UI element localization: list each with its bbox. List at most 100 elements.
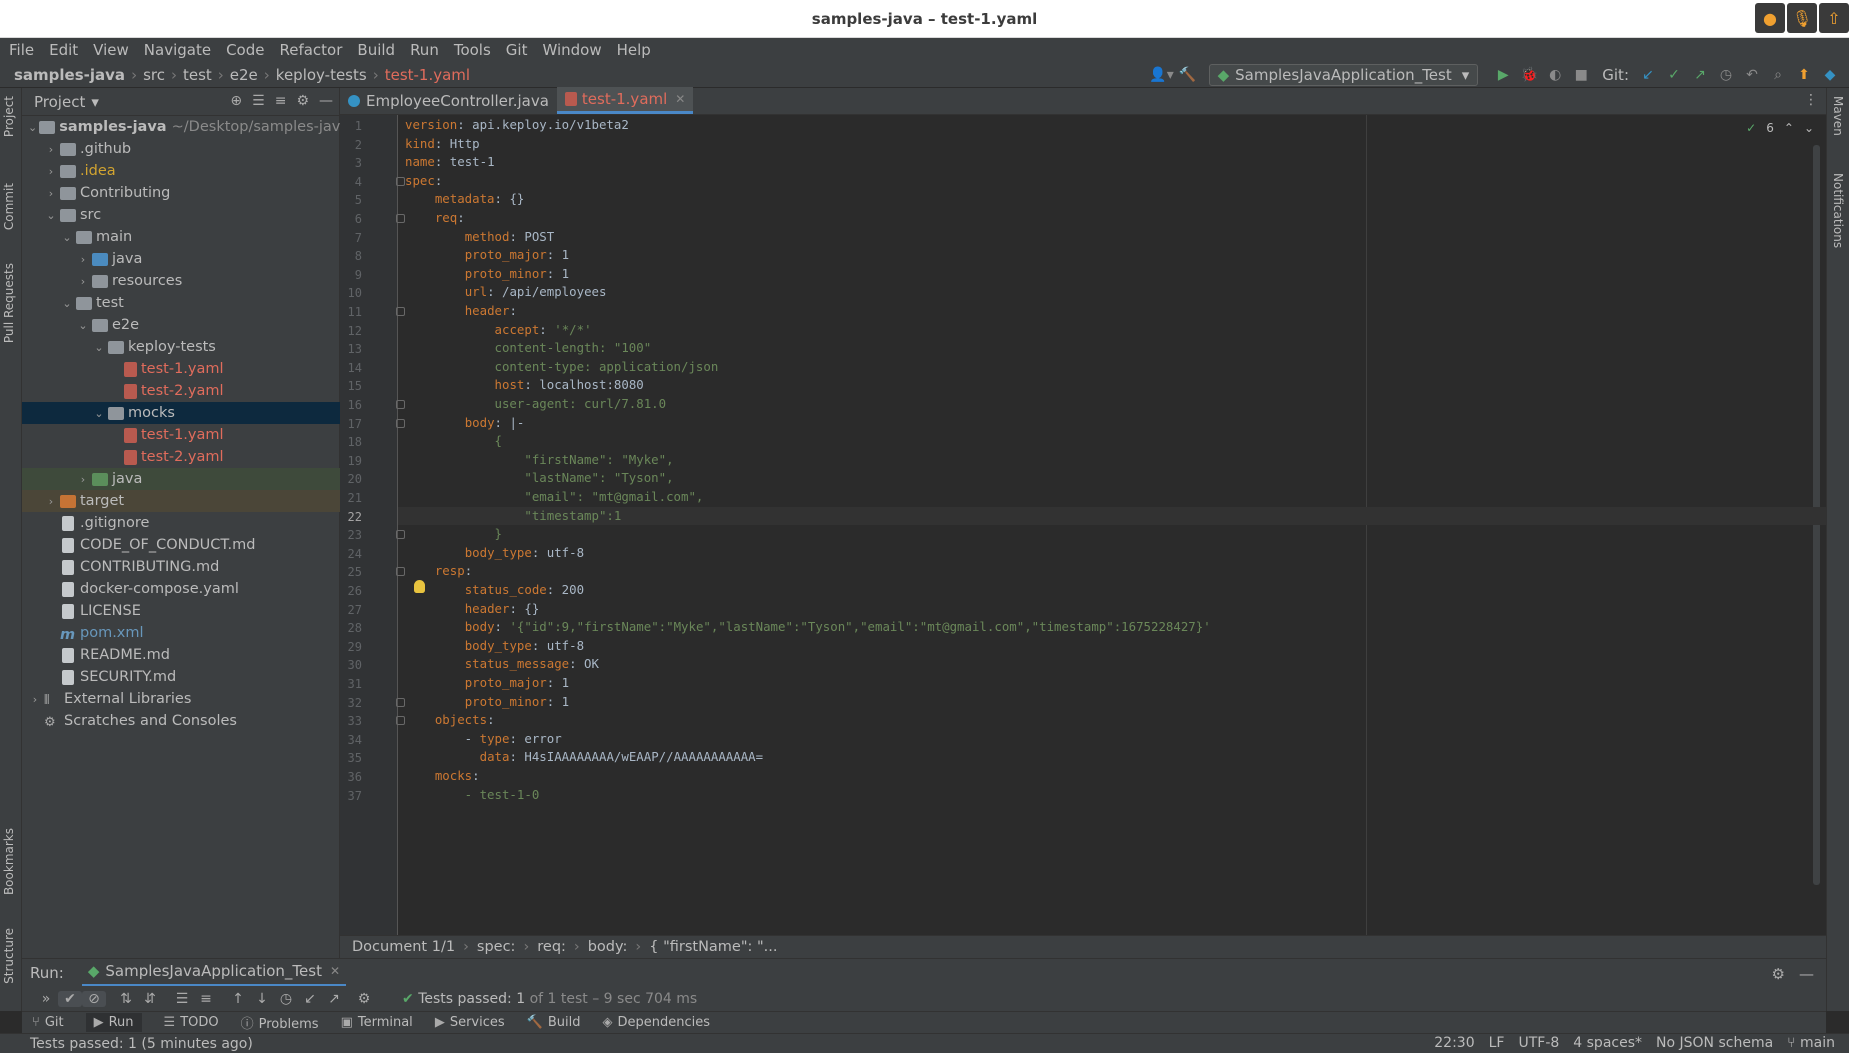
json-schema[interactable]: No JSON schema bbox=[1656, 1035, 1773, 1051]
line-separator[interactable]: LF bbox=[1489, 1035, 1505, 1051]
caret-position[interactable]: 22:30 bbox=[1434, 1035, 1474, 1051]
show-passed-icon[interactable]: ✔ bbox=[58, 990, 82, 1007]
tool-tab-git[interactable]: ⑂ Git bbox=[32, 1015, 64, 1030]
chevron-down-icon[interactable]: ⌄ bbox=[44, 209, 58, 222]
chevron-up-icon[interactable]: ⌃ bbox=[1784, 121, 1794, 135]
fold-marker-icon[interactable] bbox=[396, 530, 405, 540]
breadcrumb-object[interactable]: { "firstName": "... bbox=[649, 939, 777, 955]
debug-icon[interactable]: 🐞 bbox=[1516, 67, 1542, 83]
microphone-icon[interactable]: 🎙 bbox=[1787, 3, 1817, 33]
minimize-icon[interactable]: — bbox=[1799, 965, 1814, 983]
tree-node[interactable]: ⌄ samples-java ~/Desktop/samples-java bbox=[22, 116, 349, 138]
import-icon[interactable]: ↙ bbox=[298, 991, 322, 1007]
tool-tab-run[interactable]: ▶ Run bbox=[85, 1013, 142, 1032]
tree-node-selected[interactable]: ⌄ mocks bbox=[22, 402, 340, 424]
prev-failed-icon[interactable]: ↑ bbox=[226, 991, 250, 1007]
menu-run[interactable]: Run bbox=[410, 41, 439, 59]
git-push-icon[interactable]: ↗ bbox=[1687, 67, 1713, 83]
tree-node[interactable]: test-1.yaml bbox=[22, 358, 340, 380]
run-tab[interactable]: ◆ SamplesJavaApplication_Test ✕ bbox=[81, 959, 347, 987]
menu-tools[interactable]: Tools bbox=[454, 41, 491, 59]
minimize-icon[interactable]: — bbox=[319, 93, 333, 109]
git-update-icon[interactable]: ↙ bbox=[1635, 67, 1661, 83]
menu-help[interactable]: Help bbox=[617, 41, 651, 59]
breadcrumb-file[interactable]: test-1.yaml bbox=[385, 66, 470, 84]
breadcrumb-spec[interactable]: spec: bbox=[477, 939, 516, 955]
menu-code[interactable]: Code bbox=[226, 41, 264, 59]
tree-node[interactable]: test-1.yaml bbox=[22, 424, 340, 446]
tree-node[interactable]: ⌄ keploy-tests bbox=[22, 336, 340, 358]
menu-build[interactable]: Build bbox=[357, 41, 395, 59]
fold-marker-icon[interactable] bbox=[396, 176, 405, 186]
tool-tab-problems[interactable]: ⓘ Problems bbox=[241, 1013, 319, 1032]
project-panel-title[interactable]: Project bbox=[34, 93, 85, 111]
history-icon[interactable]: ◷ bbox=[1713, 67, 1739, 83]
tree-node[interactable]: ⌄ src bbox=[22, 204, 340, 226]
tree-node[interactable]: CONTRIBUTING.md bbox=[22, 556, 340, 578]
fold-marker-icon[interactable] bbox=[396, 567, 405, 577]
collapse-all-icon[interactable]: ≡ bbox=[275, 93, 287, 109]
chevron-down-icon[interactable]: ⌄ bbox=[28, 121, 37, 134]
upload-icon[interactable]: ⇧ bbox=[1819, 3, 1849, 33]
close-icon[interactable]: ✕ bbox=[330, 964, 340, 978]
show-ignored-icon[interactable]: ⊘ bbox=[82, 990, 106, 1007]
fold-marker-icon[interactable] bbox=[396, 418, 405, 428]
fold-marker-icon[interactable] bbox=[396, 697, 405, 707]
stripe-pull-requests[interactable]: Pull Requests bbox=[2, 263, 16, 343]
tree-node[interactable]: › target bbox=[22, 490, 340, 512]
tree-node[interactable]: test-2.yaml bbox=[22, 380, 340, 402]
expand-all-icon[interactable]: ☰ bbox=[170, 991, 194, 1007]
gear-icon[interactable]: ⚙ bbox=[352, 991, 376, 1007]
tab-employee-controller[interactable]: EmployeeController.java bbox=[340, 87, 557, 114]
jetbrains-icon[interactable]: ◆ bbox=[1817, 67, 1843, 83]
chevron-down-icon[interactable]: ⌄ bbox=[76, 319, 90, 332]
tree-node[interactable]: README.md bbox=[22, 644, 340, 666]
tree-node[interactable]: test-2.yaml bbox=[22, 446, 340, 468]
menu-file[interactable]: File bbox=[9, 41, 34, 59]
menu-edit[interactable]: Edit bbox=[49, 41, 78, 59]
tree-node[interactable]: ⌄ main bbox=[22, 226, 340, 248]
tree-node[interactable]: SECURITY.md bbox=[22, 666, 340, 688]
build-hammer-icon[interactable]: 🔨 bbox=[1175, 67, 1201, 83]
menu-view[interactable]: View bbox=[93, 41, 129, 59]
search-icon[interactable]: ⌕ bbox=[1765, 67, 1791, 83]
gear-icon[interactable]: ⚙ bbox=[296, 93, 309, 109]
menu-navigate[interactable]: Navigate bbox=[144, 41, 211, 59]
update-icon[interactable]: ⬆ bbox=[1791, 67, 1817, 83]
chevron-right-icon[interactable]: › bbox=[44, 495, 58, 508]
run-configuration-select[interactable]: ◆ SamplesJavaApplication_Test ▾ bbox=[1208, 64, 1479, 86]
inspection-widget[interactable]: ✓ 6 ⌃ ⌄ bbox=[1746, 121, 1814, 135]
rollback-icon[interactable]: ↶ bbox=[1739, 67, 1765, 83]
tool-tab-terminal[interactable]: ▣ Terminal bbox=[341, 1015, 413, 1030]
fold-marker-icon[interactable] bbox=[396, 716, 405, 726]
status-message[interactable]: Tests passed: 1 (5 minutes ago) bbox=[30, 1036, 253, 1052]
file-encoding[interactable]: UTF-8 bbox=[1518, 1035, 1559, 1051]
code-line[interactable]: - test-1-0 bbox=[405, 786, 540, 808]
stripe-notifications[interactable]: Notifications bbox=[1831, 173, 1845, 248]
chevron-right-icon[interactable]: › bbox=[44, 143, 58, 156]
chevron-down-icon[interactable]: ▾ bbox=[91, 93, 99, 111]
tree-node[interactable]: .gitignore bbox=[22, 512, 340, 534]
breadcrumb-src[interactable]: src bbox=[143, 66, 165, 84]
tree-node[interactable]: › resources bbox=[22, 270, 340, 292]
coverage-icon[interactable]: ◐ bbox=[1542, 67, 1568, 83]
run-icon[interactable]: ▶ bbox=[1490, 67, 1516, 83]
tree-node[interactable]: › .github bbox=[22, 138, 340, 160]
chevron-down-icon[interactable]: ⌄ bbox=[92, 341, 106, 354]
more-icon[interactable]: ⋮ bbox=[1804, 92, 1818, 108]
git-commit-icon[interactable]: ✓ bbox=[1661, 67, 1687, 83]
breadcrumb-keploy-tests[interactable]: keploy-tests bbox=[276, 66, 367, 84]
code-editor[interactable]: 1 2 3 4 5 6 7 8 9 10 11 12 13 14 15 16 17 18 19 20 21 22 23 24 2… bbox=[340, 115, 1826, 935]
chevron-down-icon[interactable]: ⌄ bbox=[1804, 121, 1814, 135]
tool-tab-dependencies[interactable]: ◈ Dependencies bbox=[602, 1015, 710, 1030]
expand-icon[interactable]: » bbox=[34, 991, 58, 1007]
tree-node[interactable]: › Contributing bbox=[22, 182, 340, 204]
chevron-right-icon[interactable]: › bbox=[76, 473, 90, 486]
tree-node[interactable]: › .idea bbox=[22, 160, 340, 182]
export-icon[interactable]: ↗ bbox=[322, 991, 346, 1007]
breadcrumb-body[interactable]: body: bbox=[588, 939, 628, 955]
tree-node[interactable]: ⌄ test bbox=[22, 292, 340, 314]
chevron-down-icon[interactable]: ⌄ bbox=[92, 407, 106, 420]
chevron-right-icon[interactable]: › bbox=[28, 693, 42, 706]
stripe-project[interactable]: Project bbox=[2, 96, 16, 137]
